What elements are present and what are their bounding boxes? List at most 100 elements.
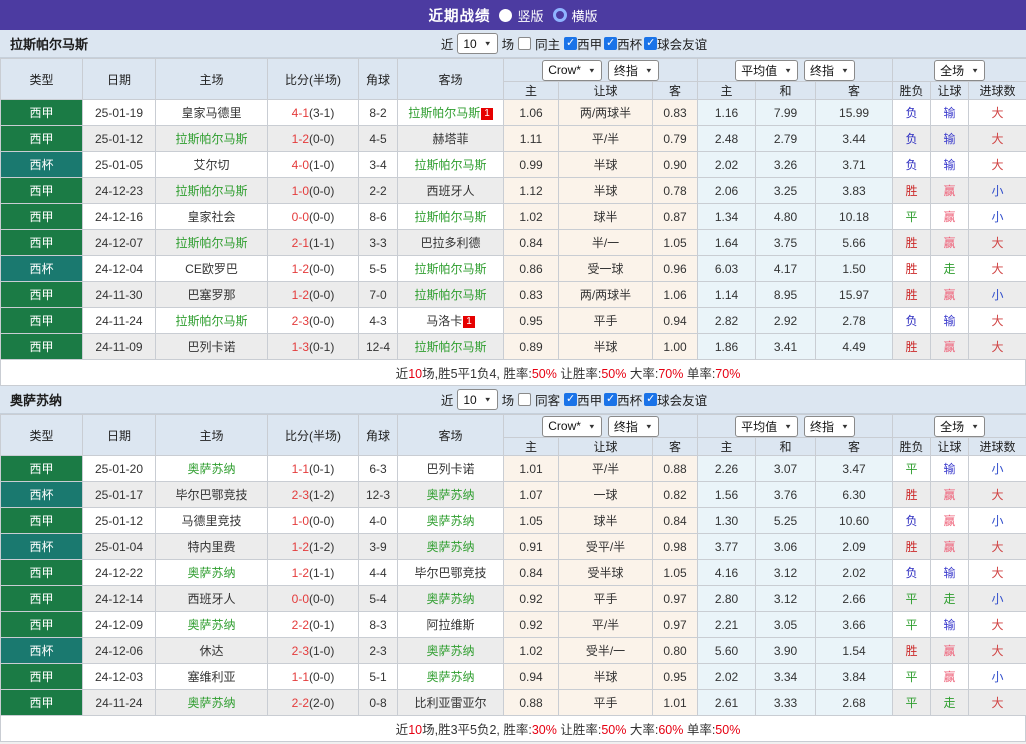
odds-home: 1.01 [504,456,559,482]
home-team: 奥萨苏纳 [156,612,268,638]
avg-away: 3.84 [816,664,893,690]
avg-home: 2.02 [698,152,756,178]
table-row: 西甲 24-12-03 塞维利亚 1-1(0-0) 5-1 奥萨苏纳 0.94 … [1,664,1026,690]
result-winloss: 平 [893,664,931,690]
league-type-cell: 西甲 [1,560,83,586]
corner-count: 5-1 [359,664,398,690]
league-type-cell: 西甲 [1,612,83,638]
avg-home: 3.77 [698,534,756,560]
score-cell: 4-0(1-0) [268,152,359,178]
odds-stage-select[interactable]: 终指▼ [608,60,659,81]
layout-radio-vertical[interactable]: 竖版 [499,6,543,25]
result-handicap: 输 [931,308,969,334]
odds-away: 0.82 [653,482,698,508]
avg-home: 6.03 [698,256,756,282]
home-team: 奥萨苏纳 [156,560,268,586]
team-name: 奥萨苏纳 [10,390,62,409]
matches-body: 西甲 25-01-20 奥萨苏纳 1-1(0-1) 6-3 巴列卡诺 1.01 … [1,456,1026,716]
odds-away: 0.84 [653,508,698,534]
odds-home: 0.89 [504,334,559,360]
same-venue-checkbox[interactable] [518,37,531,50]
avg-source-select[interactable]: 平均值▼ [735,60,798,81]
league-type-cell: 西甲 [1,456,83,482]
matches-table: 类型 日期 主场 比分(半场) 角球 客场 Crow*▼ 终指▼ 平均值 [0,414,1026,716]
table-row: 西杯 25-01-04 特内里费 1-2(1-2) 3-9 奥萨苏纳 0.91 … [1,534,1026,560]
odds-home: 1.07 [504,482,559,508]
league-checkbox[interactable]: ✓ [564,393,577,406]
table-row: 西杯 24-12-04 CE欧罗巴 1-2(0-0) 5-5 拉斯帕尔马斯 0.… [1,256,1026,282]
same-venue-checkbox[interactable] [518,393,531,406]
col-header-home: 主场 [156,59,268,100]
odds-away: 1.06 [653,282,698,308]
table-row: 西杯 25-01-17 毕尔巴鄂竞技 2-3(1-2) 12-3 奥萨苏纳 1.… [1,482,1026,508]
odds-select-cell: Crow*▼ 终指▼ [504,415,698,438]
result-goals: 大 [969,230,1026,256]
odds-stage-select[interactable]: 终指▼ [608,416,659,437]
match-date: 24-11-09 [83,334,156,360]
score-cell: 2-3(1-2) [268,482,359,508]
col-header-date: 日期 [83,59,156,100]
scope-select[interactable]: 全场▼ [934,60,985,81]
away-team: 奥萨苏纳 [398,664,504,690]
league-checkbox[interactable]: ✓ [604,37,617,50]
league-type-cell: 西杯 [1,638,83,664]
col-header-score: 比分(半场) [268,415,359,456]
away-team: 赫塔菲 [398,126,504,152]
col-header-corner: 角球 [359,59,398,100]
result-handicap: 输 [931,456,969,482]
corner-count: 4-3 [359,308,398,334]
games-count-select[interactable]: 10▼ [457,33,497,54]
table-row: 西甲 24-11-24 奥萨苏纳 2-2(2-0) 0-8 比利亚雷亚尔 0.8… [1,690,1026,716]
table-row: 西甲 24-12-09 奥萨苏纳 2-2(0-1) 8-3 阿拉维斯 0.92 … [1,612,1026,638]
league-checkbox[interactable]: ✓ [644,37,657,50]
games-unit-label: 场 [502,34,515,53]
avg-stage-select[interactable]: 终指▼ [804,60,855,81]
result-winloss: 胜 [893,334,931,360]
odds-source-select[interactable]: Crow*▼ [542,416,602,437]
result-goals: 大 [969,690,1026,716]
table-row: 西甲 24-12-14 西班牙人 0-0(0-0) 5-4 奥萨苏纳 0.92 … [1,586,1026,612]
odds-away: 0.88 [653,456,698,482]
result-goals: 大 [969,308,1026,334]
avg-away: 6.30 [816,482,893,508]
radio-unselected-icon[interactable] [553,8,567,22]
avg-away: 10.60 [816,508,893,534]
avg-stage-select[interactable]: 终指▼ [804,416,855,437]
league-checkbox[interactable]: ✓ [604,393,617,406]
avg-away: 3.83 [816,178,893,204]
layout-radio-horizontal[interactable]: 横版 [553,6,598,25]
sub-header-result: 胜负 [893,82,931,100]
sub-header-odds-away: 客 [653,438,698,456]
avg-away: 3.71 [816,152,893,178]
match-date: 24-11-24 [83,308,156,334]
match-date: 24-11-24 [83,690,156,716]
avg-home: 2.21 [698,612,756,638]
odds-handicap: 平/半 [559,456,653,482]
match-date: 24-12-03 [83,664,156,690]
league-type-cell: 西甲 [1,100,83,126]
odds-home: 1.06 [504,100,559,126]
odds-away: 0.83 [653,100,698,126]
chevron-down-icon: ▼ [841,422,849,429]
radio-selected-icon[interactable] [499,9,512,22]
away-team: 西班牙人 [398,178,504,204]
avg-away: 15.97 [816,282,893,308]
avg-draw: 3.34 [756,664,816,690]
league-checkbox[interactable]: ✓ [644,393,657,406]
avg-source-select[interactable]: 平均值▼ [735,416,798,437]
games-count-select[interactable]: 10▼ [457,389,497,410]
league-checkbox-label: 西杯 [617,390,642,409]
score-cell: 1-1(0-0) [268,664,359,690]
league-checkbox[interactable]: ✓ [564,37,577,50]
result-goals: 大 [969,100,1026,126]
odds-source-select[interactable]: Crow*▼ [542,60,602,81]
home-team: 皇家社会 [156,204,268,230]
score-cell: 1-2(0-0) [268,126,359,152]
col-header-corner: 角球 [359,415,398,456]
odds-home: 0.95 [504,308,559,334]
odds-away: 0.96 [653,256,698,282]
scope-select[interactable]: 全场▼ [934,416,985,437]
result-winloss: 平 [893,690,931,716]
home-team: 毕尔巴鄂竞技 [156,482,268,508]
result-handicap: 输 [931,152,969,178]
